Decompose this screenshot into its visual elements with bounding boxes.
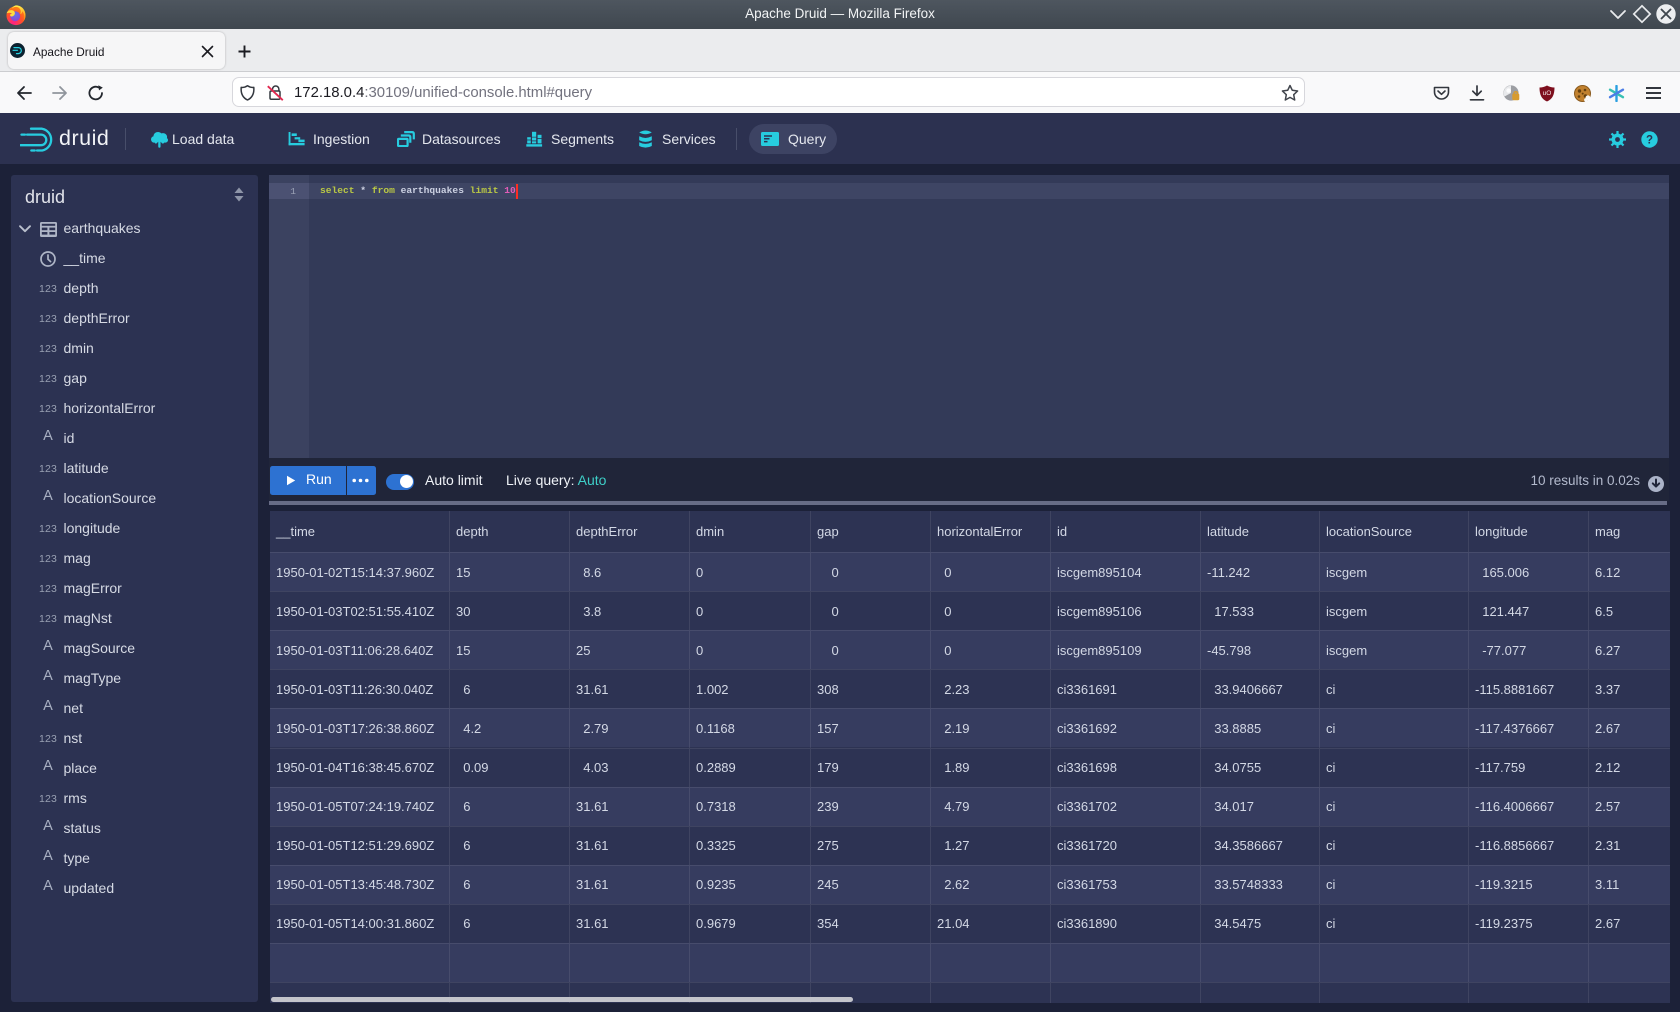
svg-text:uO: uO [1543,89,1552,96]
svg-text:?: ? [1646,134,1653,146]
